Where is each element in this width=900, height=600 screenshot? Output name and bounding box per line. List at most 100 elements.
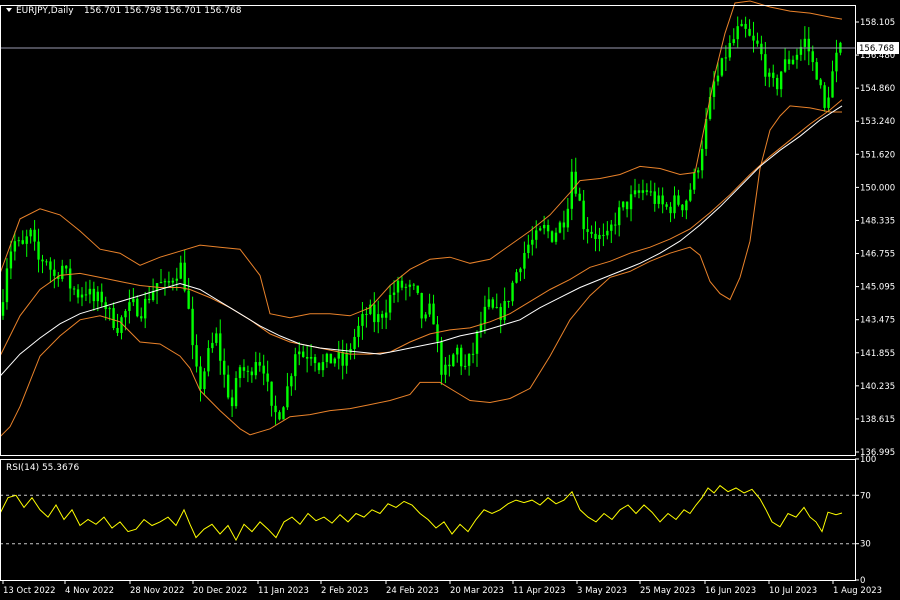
candle[interactable] xyxy=(234,371,238,409)
candle[interactable] xyxy=(756,32,759,47)
candle[interactable] xyxy=(550,230,554,243)
candle[interactable] xyxy=(791,55,795,65)
candle[interactable] xyxy=(120,315,123,340)
candle[interactable] xyxy=(282,406,285,420)
candle[interactable] xyxy=(72,286,76,296)
candle[interactable] xyxy=(689,183,692,203)
candle[interactable] xyxy=(33,220,36,251)
candle[interactable] xyxy=(527,234,530,259)
candle[interactable] xyxy=(29,228,32,244)
candle[interactable] xyxy=(92,281,96,311)
candle[interactable] xyxy=(574,157,577,197)
candle[interactable] xyxy=(768,68,771,88)
candle[interactable] xyxy=(317,361,321,375)
candle[interactable] xyxy=(531,226,534,256)
candle[interactable] xyxy=(278,410,281,421)
candle[interactable] xyxy=(519,267,522,282)
candle[interactable] xyxy=(471,342,475,364)
candle[interactable] xyxy=(37,228,40,273)
candle[interactable] xyxy=(238,364,242,388)
candle[interactable] xyxy=(325,352,329,368)
candle[interactable] xyxy=(246,365,250,383)
candle[interactable] xyxy=(361,301,364,340)
candle[interactable] xyxy=(100,283,103,308)
candle[interactable] xyxy=(266,360,269,392)
candle[interactable] xyxy=(53,259,56,289)
candle[interactable] xyxy=(286,372,289,410)
candle[interactable] xyxy=(440,336,443,385)
candle[interactable] xyxy=(653,182,656,212)
candle[interactable] xyxy=(669,202,672,223)
candle[interactable] xyxy=(321,354,325,377)
candle[interactable] xyxy=(191,296,194,360)
candle[interactable] xyxy=(140,307,143,322)
candle[interactable] xyxy=(783,47,787,73)
candle[interactable] xyxy=(799,39,803,61)
candle[interactable] xyxy=(432,294,435,325)
candle[interactable] xyxy=(155,283,159,305)
candle[interactable] xyxy=(823,82,826,112)
candle[interactable] xyxy=(88,279,92,304)
candle[interactable] xyxy=(578,187,581,202)
candle[interactable] xyxy=(230,389,234,418)
candle[interactable] xyxy=(582,189,585,240)
candle[interactable] xyxy=(629,185,633,222)
candle[interactable] xyxy=(523,241,526,279)
candle[interactable] xyxy=(475,330,479,367)
candle[interactable] xyxy=(329,353,333,364)
candle[interactable] xyxy=(637,183,641,199)
candle[interactable] xyxy=(25,229,28,257)
candle[interactable] xyxy=(677,189,680,207)
candle[interactable] xyxy=(598,227,601,252)
candle[interactable] xyxy=(641,179,645,201)
candle[interactable] xyxy=(302,345,305,358)
candle[interactable] xyxy=(815,58,818,80)
candle[interactable] xyxy=(345,343,348,374)
candle[interactable] xyxy=(392,280,396,303)
candle[interactable] xyxy=(511,280,514,306)
candle[interactable] xyxy=(744,16,747,38)
dropdown-triangle-icon[interactable] xyxy=(6,8,12,12)
candle[interactable] xyxy=(388,284,392,321)
candle[interactable] xyxy=(203,368,206,395)
candle[interactable] xyxy=(80,287,84,307)
candle[interactable] xyxy=(428,293,431,317)
candle[interactable] xyxy=(618,200,621,237)
candle[interactable] xyxy=(274,395,277,425)
candle[interactable] xyxy=(357,316,360,348)
candle[interactable] xyxy=(420,292,423,329)
candle[interactable] xyxy=(373,292,376,333)
candle[interactable] xyxy=(700,140,704,179)
candle[interactable] xyxy=(262,354,265,386)
candle[interactable] xyxy=(353,328,356,360)
candle[interactable] xyxy=(795,48,799,69)
candle[interactable] xyxy=(448,354,451,377)
candle[interactable] xyxy=(258,352,261,372)
candle[interactable] xyxy=(144,291,147,329)
candle[interactable] xyxy=(183,249,186,293)
candle[interactable] xyxy=(309,343,313,366)
candle[interactable] xyxy=(21,230,24,245)
candle[interactable] xyxy=(697,167,700,179)
candle[interactable] xyxy=(787,50,791,70)
candle[interactable] xyxy=(665,202,668,210)
candle[interactable] xyxy=(590,225,593,239)
candle[interactable] xyxy=(17,236,20,247)
candle[interactable] xyxy=(159,268,163,284)
trading-chart[interactable]: 158.105156.480154.860153.240151.620150.0… xyxy=(0,0,900,600)
candle[interactable] xyxy=(1,289,5,320)
candle[interactable] xyxy=(558,220,562,234)
candle[interactable] xyxy=(681,203,684,217)
candle[interactable] xyxy=(779,70,783,98)
candle[interactable] xyxy=(586,217,589,244)
candle[interactable] xyxy=(546,219,550,239)
candle[interactable] xyxy=(657,187,660,209)
candle[interactable] xyxy=(61,259,64,282)
candle[interactable] xyxy=(313,354,317,372)
candle[interactable] xyxy=(219,319,222,375)
candle[interactable] xyxy=(408,279,412,297)
candle[interactable] xyxy=(412,282,415,290)
candle[interactable] xyxy=(195,334,198,373)
candle[interactable] xyxy=(41,254,44,274)
candle[interactable] xyxy=(673,186,676,219)
